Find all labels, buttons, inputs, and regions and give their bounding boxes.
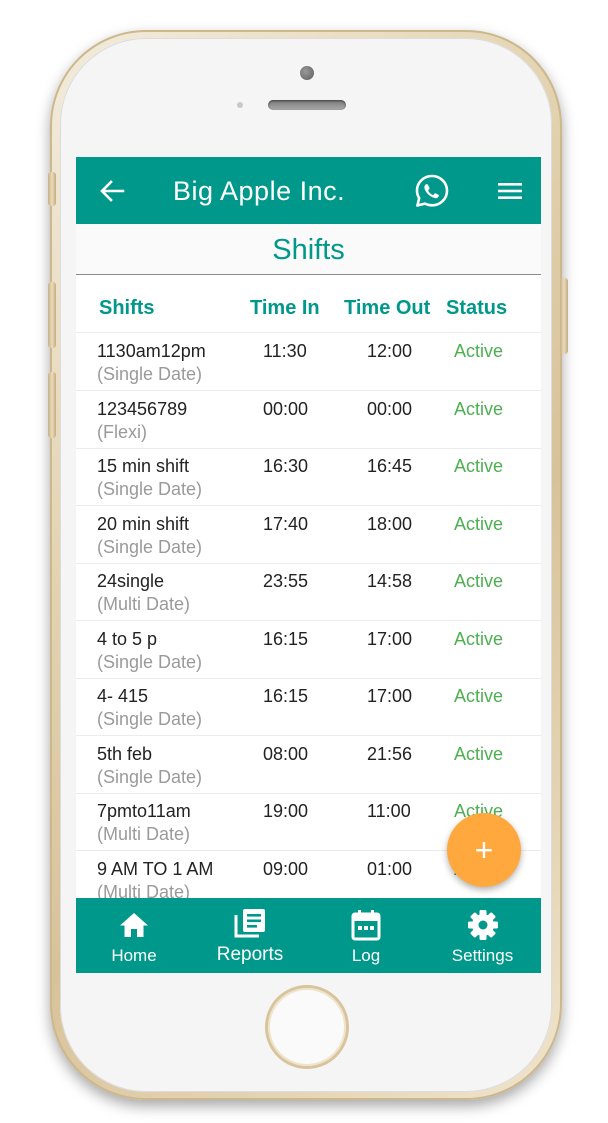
shift-status: Active bbox=[454, 743, 504, 764]
shift-name: 7pmto11am bbox=[97, 801, 191, 821]
shift-time-out: 17:00 bbox=[367, 628, 413, 649]
table-row[interactable]: 24single (Multi Date) 23:55 14:58 Active bbox=[76, 563, 541, 621]
shift-time-in: 16:15 bbox=[263, 686, 309, 706]
shift-time-out: 17:00 bbox=[367, 686, 413, 706]
shift-time-in: 19:00 bbox=[263, 801, 309, 821]
shift-name: 1130am12pm bbox=[97, 341, 206, 361]
shift-name: 123456789 bbox=[97, 398, 188, 419]
shift-type: (Single Date) bbox=[97, 479, 203, 499]
table-row[interactable]: 15 min shift (Single Date) 16:30 16:45 Activ… bbox=[76, 448, 541, 506]
table-row[interactable]: 20 min shift (Single Date) 17:40 18:00 Activ… bbox=[76, 506, 541, 564]
nav-item-reports[interactable]: Reports bbox=[192, 898, 308, 973]
hamburger-menu-icon bbox=[498, 183, 522, 199]
shift-type: (Single Date) bbox=[97, 709, 203, 729]
proximity-sensor bbox=[237, 102, 243, 108]
gear-icon bbox=[467, 910, 498, 940]
app-bar: Big Apple Inc. bbox=[76, 157, 541, 224]
home-icon bbox=[120, 913, 148, 937]
shift-type: (Multi Date) bbox=[97, 594, 191, 614]
shift-time-out: 21:56 bbox=[367, 743, 413, 764]
shift-time-in: 00:00 bbox=[263, 398, 309, 419]
shift-time-out: 14:58 bbox=[367, 571, 413, 591]
shift-name: 4 to 5 p bbox=[97, 628, 158, 649]
shift-status: Active bbox=[454, 513, 504, 534]
shift-time-in: 16:15 bbox=[263, 628, 309, 649]
shift-status: Active bbox=[454, 686, 504, 706]
shift-status: Active bbox=[454, 456, 504, 476]
shift-time-out: 18:00 bbox=[367, 513, 413, 534]
shift-time-in: 23:55 bbox=[263, 571, 309, 591]
menu-button[interactable] bbox=[496, 179, 524, 203]
header-shifts[interactable]: Shifts bbox=[99, 296, 155, 320]
shift-status: Active bbox=[454, 571, 504, 591]
arrow-left-icon bbox=[100, 180, 125, 202]
whatsapp-button[interactable] bbox=[414, 173, 450, 209]
shift-status: Active bbox=[454, 398, 504, 419]
shift-time-in: 16:30 bbox=[263, 456, 309, 476]
home-hardware-button[interactable] bbox=[265, 985, 349, 1069]
whatsapp-icon bbox=[415, 174, 449, 207]
shift-type: (Flexi) bbox=[97, 421, 147, 442]
app-screen: Big Apple Inc. Shifts Shifts Time In Tim… bbox=[76, 157, 541, 973]
front-camera bbox=[300, 66, 314, 80]
table-row[interactable]: 5th feb (Single Date) 08:00 21:56 Active bbox=[76, 736, 541, 794]
shift-name: 20 min shift bbox=[97, 513, 190, 534]
nav-label-log: Log bbox=[351, 946, 381, 965]
shift-time-out: 11:00 bbox=[367, 801, 411, 821]
header-time-in[interactable]: Time In bbox=[250, 296, 320, 320]
bottom-nav: Home Reports Log Settings bbox=[76, 898, 541, 973]
shift-name: 24single bbox=[97, 571, 165, 591]
table-row[interactable]: 4 to 5 p (Single Date) 16:15 17:00 Active bbox=[76, 621, 541, 679]
shift-time-in: 08:00 bbox=[263, 743, 309, 764]
mute-switch bbox=[48, 172, 56, 206]
table-row[interactable]: 4- 415 (Single Date) 16:15 17:00 Active bbox=[76, 678, 541, 736]
header-time-out[interactable]: Time Out bbox=[344, 296, 430, 320]
shift-name: 5th feb bbox=[97, 743, 153, 764]
table-header: Shifts Time In Time Out Status bbox=[76, 275, 541, 333]
shift-time-in: 17:40 bbox=[263, 513, 309, 534]
nav-label-home: Home bbox=[111, 946, 157, 965]
shift-status: Active bbox=[454, 341, 504, 361]
table-row[interactable]: 1130am12pm (Single Date) 11:30 12:00 Active bbox=[76, 333, 541, 391]
reports-icon bbox=[234, 909, 265, 938]
nav-label-settings: Settings bbox=[451, 946, 514, 965]
app-title: Big Apple Inc. bbox=[173, 176, 346, 206]
earpiece-speaker bbox=[268, 100, 346, 110]
add-shift-button[interactable]: + bbox=[447, 813, 521, 887]
shift-name: 15 min shift bbox=[97, 456, 190, 476]
shift-time-out: 01:00 bbox=[367, 858, 413, 879]
volume-up-button bbox=[48, 282, 56, 348]
nav-item-settings[interactable]: Settings bbox=[424, 898, 541, 973]
shift-time-out: 00:00 bbox=[367, 398, 413, 419]
shift-time-out: 16:45 bbox=[367, 456, 413, 476]
shift-type: (Single Date) bbox=[97, 651, 203, 672]
shift-name: 4- 415 bbox=[97, 686, 149, 706]
back-button[interactable] bbox=[96, 175, 128, 207]
shift-type: (Single Date) bbox=[97, 364, 203, 384]
page-title: Shifts bbox=[76, 224, 541, 275]
shift-type: (Single Date) bbox=[97, 766, 203, 787]
shift-time-out: 12:00 bbox=[367, 341, 413, 361]
shift-type: (Single Date) bbox=[97, 536, 203, 557]
volume-down-button bbox=[48, 372, 56, 438]
shift-type: (Multi Date) bbox=[97, 881, 191, 899]
power-button bbox=[560, 278, 568, 354]
shift-status: Active bbox=[454, 628, 504, 649]
shifts-table: Shifts Time In Time Out Status 1130am12p… bbox=[76, 275, 541, 898]
shift-name: 9 AM TO 1 AM bbox=[97, 858, 214, 879]
nav-item-home[interactable]: Home bbox=[76, 898, 192, 973]
nav-label-reports: Reports bbox=[216, 944, 284, 965]
calendar-icon bbox=[351, 910, 381, 941]
shift-time-in: 09:00 bbox=[263, 858, 309, 879]
nav-item-log[interactable]: Log bbox=[308, 898, 424, 973]
shift-type: (Multi Date) bbox=[97, 824, 191, 844]
shift-time-in: 11:30 bbox=[263, 341, 307, 361]
table-row[interactable]: 123456789 (Flexi) 00:00 00:00 Active bbox=[76, 391, 541, 449]
header-status[interactable]: Status bbox=[446, 296, 507, 320]
